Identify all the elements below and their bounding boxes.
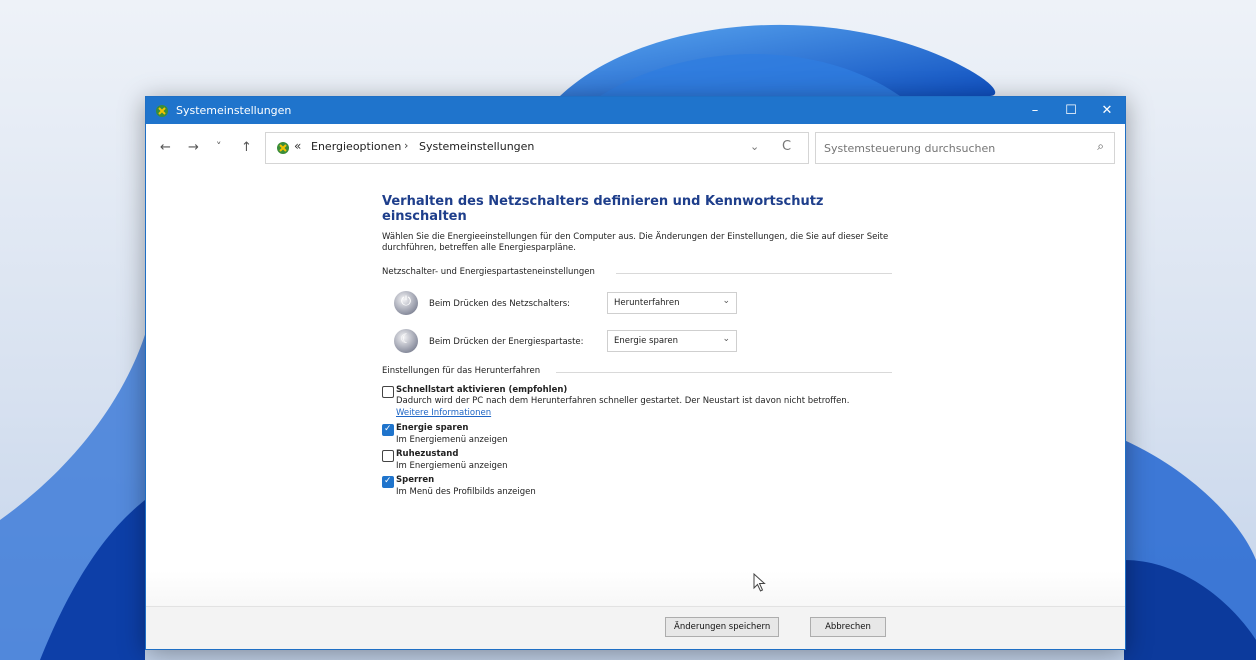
power-button-label: Beim Drücken des Netzschalters:	[429, 298, 570, 309]
system-settings-window: Systemeinstellungen – ☐ ✕ ← → ˅ ↑ « Ener…	[145, 96, 1126, 650]
page-intro: Wählen Sie die Energieeinstellungen für …	[382, 232, 889, 254]
lock-option-desc: Im Menü des Profilbilds anzeigen	[396, 486, 536, 497]
control-panel-icon	[277, 142, 289, 154]
sleep-button-value: Energie sparen	[614, 335, 678, 346]
sleep-option-desc: Im Energiemenü anzeigen	[396, 434, 508, 445]
option-fast-startup[interactable]: Schnellstart aktivieren (empfohlen) Dadu…	[382, 385, 892, 419]
back-arrow-icon[interactable]: ←	[160, 140, 171, 155]
main-content: Verhalten des Netzschalters definieren u…	[382, 194, 892, 498]
fast-startup-checkbox[interactable]	[382, 385, 394, 398]
hibernate-checkbox[interactable]	[382, 450, 394, 463]
refresh-icon[interactable]: C	[782, 139, 791, 154]
sleep-button-label: Beim Drücken der Energiespartaste:	[429, 336, 584, 347]
hibernate-option-title: Ruhezustand	[396, 449, 459, 460]
sleep-button-select[interactable]: Energie sparen ⌄	[607, 329, 737, 352]
title-bar: Systemeinstellungen – ☐ ✕	[146, 97, 1125, 124]
option-sleep[interactable]: Energie sparen Im Energiemenü anzeigen	[382, 423, 892, 446]
fast-startup-title: Schnellstart aktivieren (empfohlen)	[396, 384, 568, 395]
forward-arrow-icon[interactable]: →	[188, 140, 199, 155]
power-button-setting: ⏻ Beim Drücken des Netzschalters: Herunt…	[382, 290, 892, 319]
search-input[interactable]	[822, 139, 1076, 158]
shutdown-group-header: Einstellungen für das Herunterfahren	[382, 366, 892, 376]
power-icon: ⏻	[394, 290, 418, 315]
chevron-down-icon: ⌄	[722, 333, 730, 344]
control-panel-icon	[156, 104, 168, 117]
power-button-value: Herunterfahren	[614, 297, 680, 308]
power-group-title: Netzschalter- und Energiespartasteneinst…	[382, 266, 595, 277]
breadcrumb-energieoptionen[interactable]: Energieoptionen	[311, 140, 401, 153]
sleep-button-setting: ☾ Beim Drücken der Energiespartaste: Ene…	[382, 328, 892, 357]
chevron-down-icon: ⌄	[722, 295, 730, 306]
fast-startup-desc: Dadurch wird der PC nach dem Herunterfah…	[396, 396, 850, 407]
lock-option-title: Sperren	[396, 475, 435, 486]
power-group-header: Netzschalter- und Energiespartasteneinst…	[382, 267, 892, 277]
sleep-option-title: Energie sparen	[396, 423, 469, 434]
content-fade-overlay	[146, 517, 1125, 607]
breadcrumb-separator: ›	[404, 139, 409, 152]
address-bar[interactable]: « Energieoptionen › Systemeinstellungen …	[265, 132, 809, 164]
page-title: Verhalten des Netzschalters definieren u…	[382, 194, 824, 224]
save-changes-button[interactable]: Änderungen speichern	[665, 617, 780, 637]
breadcrumb-systemeinstellungen[interactable]: Systemeinstellungen	[419, 140, 534, 153]
group-divider	[616, 272, 892, 274]
search-icon[interactable]: ⌕	[1097, 139, 1104, 154]
overflow-chevron[interactable]: «	[294, 139, 301, 153]
lock-checkbox[interactable]	[382, 475, 394, 489]
footer-bar: Änderungen speichern Abbrechen	[146, 606, 1125, 649]
cancel-button[interactable]: Abbrechen	[810, 617, 886, 637]
close-button[interactable]: ✕	[1089, 97, 1125, 124]
recent-locations-chevron-icon[interactable]: ˅	[216, 140, 222, 153]
sleep-checkbox[interactable]	[382, 423, 394, 437]
option-hibernate[interactable]: Ruhezustand Im Energiemenü anzeigen	[382, 449, 892, 472]
window-title: Systemeinstellungen	[176, 104, 292, 117]
mouse-pointer-icon	[753, 573, 766, 592]
up-arrow-icon[interactable]: ↑	[241, 140, 252, 155]
group-divider	[556, 371, 892, 373]
shutdown-group-title: Einstellungen für das Herunterfahren	[382, 365, 541, 376]
address-dropdown-icon[interactable]: ⌄	[750, 140, 759, 153]
minimize-button[interactable]: –	[1017, 97, 1053, 124]
search-box[interactable]: ⌕	[815, 132, 1115, 164]
maximize-button[interactable]: ☐	[1053, 97, 1089, 124]
option-lock[interactable]: Sperren Im Menü des Profilbilds anzeigen	[382, 475, 892, 498]
address-row: ← → ˅ ↑ « Energieoptionen › Systemeinste…	[146, 124, 1125, 174]
more-info-link[interactable]: Weitere Informationen	[396, 408, 491, 418]
sleep-icon: ☾	[394, 328, 418, 353]
power-button-select[interactable]: Herunterfahren ⌄	[607, 291, 737, 314]
hibernate-option-desc: Im Energiemenü anzeigen	[396, 460, 508, 471]
